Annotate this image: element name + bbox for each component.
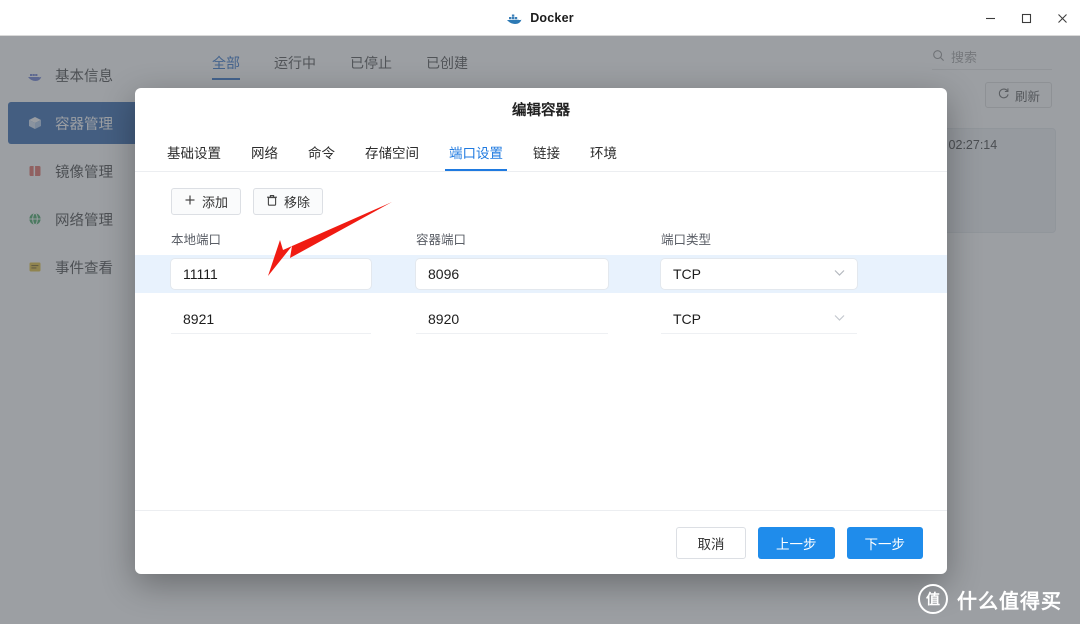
remove-port-label: 移除 <box>284 195 311 210</box>
port-table-header: 本地端口 容器端口 端口类型 <box>135 229 947 248</box>
chevron-down-icon <box>834 313 845 325</box>
container-port-input[interactable]: 8920 <box>416 304 608 334</box>
dialog-footer: 取消 上一步 下一步 <box>135 510 947 574</box>
table-row[interactable]: 8921 8920 TCP <box>135 300 947 338</box>
dialog-title: 编辑容器 <box>512 102 570 119</box>
maximize-icon[interactable] <box>1008 0 1044 36</box>
close-icon[interactable] <box>1044 0 1080 36</box>
port-toolbar: 添加 移除 <box>135 172 947 215</box>
local-port-input[interactable]: 11111 <box>171 259 371 289</box>
next-step-button[interactable]: 下一步 <box>846 526 923 559</box>
tab-network[interactable]: 网络 <box>251 142 278 171</box>
port-type-select[interactable]: TCP <box>661 259 857 289</box>
minimize-icon[interactable] <box>972 0 1008 36</box>
dialog-tab-bar: 基础设置 网络 命令 存储空间 端口设置 链接 环境 <box>135 130 947 172</box>
port-table: 本地端口 容器端口 端口类型 11111 8096 TCP 8921 8920 … <box>135 229 947 338</box>
trash-icon <box>266 194 278 210</box>
window-controls <box>972 0 1080 36</box>
local-port-input[interactable]: 8921 <box>171 304 371 334</box>
docker-whale-icon <box>506 9 523 26</box>
plus-icon <box>184 194 196 209</box>
edit-container-dialog: 编辑容器 基础设置 网络 命令 存储空间 端口设置 链接 环境 添加 移除 本地… <box>135 88 947 574</box>
container-port-input[interactable]: 8096 <box>416 259 608 289</box>
window-title: Docker <box>530 10 574 25</box>
chevron-down-icon <box>834 268 845 280</box>
add-port-button[interactable]: 添加 <box>171 188 242 215</box>
tab-port-settings[interactable]: 端口设置 <box>445 142 507 171</box>
column-header-container-port: 容器端口 <box>416 233 467 247</box>
column-header-local-port: 本地端口 <box>171 233 222 247</box>
cancel-button[interactable]: 取消 <box>676 526 746 559</box>
table-row[interactable]: 11111 8096 TCP <box>135 255 947 293</box>
watermark-text: 什么值得买 <box>957 590 1062 613</box>
watermark-badge: 值 <box>918 584 948 614</box>
previous-step-button[interactable]: 上一步 <box>758 526 835 559</box>
app-window: Docker 编辑容器 基础设置 网络 命令 存储空间 端口设置 链接 环境 添… <box>0 0 1080 624</box>
port-type-select[interactable]: TCP <box>661 304 857 334</box>
tab-basic-settings[interactable]: 基础设置 <box>167 142 221 171</box>
port-type-value: TCP <box>673 310 701 327</box>
tab-links[interactable]: 链接 <box>533 142 560 171</box>
watermark: 值 什么值得买 <box>918 584 1062 614</box>
tab-storage[interactable]: 存储空间 <box>365 142 419 171</box>
tab-environment[interactable]: 环境 <box>590 142 617 171</box>
tab-command[interactable]: 命令 <box>308 142 335 171</box>
remove-port-button[interactable]: 移除 <box>253 188 324 215</box>
add-port-label: 添加 <box>202 195 229 210</box>
column-header-port-type: 端口类型 <box>661 233 712 247</box>
title-bar: Docker <box>0 0 1080 36</box>
title-bar-center: Docker <box>0 9 1080 26</box>
port-type-value: TCP <box>673 266 701 282</box>
